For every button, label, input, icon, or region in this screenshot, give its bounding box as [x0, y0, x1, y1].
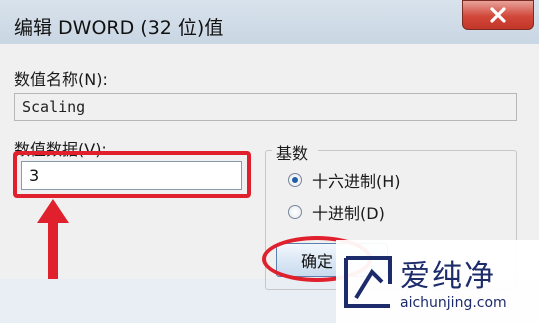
radio-hex[interactable]: 十六进制(H) [288, 168, 401, 192]
base-label: 基数 [276, 144, 309, 163]
radio-decimal[interactable]: 十进制(D) [288, 200, 385, 224]
radio-hex-label: 十六进制(H) [312, 172, 401, 191]
radio-decimal-button[interactable] [288, 205, 302, 219]
close-button[interactable] [462, 0, 534, 30]
radio-decimal-label: 十进制(D) [312, 204, 385, 223]
radio-hex-button[interactable] [288, 173, 302, 187]
highlight-box [13, 151, 251, 198]
value-name-text: Scaling [22, 98, 86, 116]
close-icon [490, 7, 506, 23]
watermark-url: aichunjing.com [400, 295, 507, 311]
watermark-logo-icon [344, 256, 392, 308]
watermark: 爱纯净 aichunjing.com [336, 240, 539, 323]
edit-dword-dialog: 编辑 DWORD (32 位)值 数值名称(N): Scaling 数值数据(V… [0, 0, 539, 323]
title-bar[interactable]: 编辑 DWORD (32 位)值 [0, 0, 539, 44]
red-arrow-annotation [37, 199, 69, 279]
dialog-body: 数值名称(N): Scaling 数值数据(V): 3 基数 十六进制(H) 十… [0, 44, 539, 323]
value-name-field: Scaling [14, 93, 517, 121]
dialog-title: 编辑 DWORD (32 位)值 [14, 17, 224, 39]
watermark-name: 爱纯净 [400, 259, 496, 294]
value-name-label: 数值名称(N): [14, 70, 108, 89]
